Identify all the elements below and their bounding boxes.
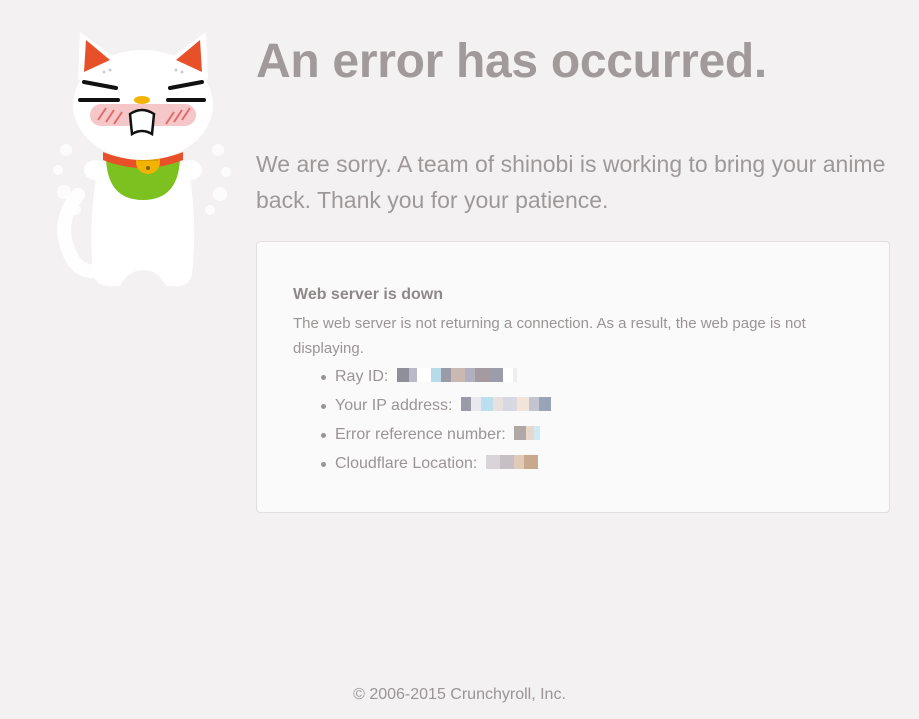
error-page: An error has occurred. We are sorry. A t… bbox=[0, 0, 919, 719]
detail-cloudflare-location: Cloudflare Location: bbox=[321, 451, 569, 480]
redacted-value bbox=[514, 425, 544, 440]
detail-label: Your IP address: bbox=[335, 397, 453, 414]
copyright-footer: © 2006-2015 Crunchyroll, Inc. bbox=[353, 686, 566, 703]
redacted-value bbox=[460, 396, 569, 411]
error-detail-list: Ray ID: Your IP address: Error reference… bbox=[321, 364, 569, 480]
detail-error-reference: Error reference number: bbox=[321, 422, 569, 451]
error-details-panel: Web server is down The web server is not… bbox=[256, 241, 890, 513]
error-description: The web server is not returning a connec… bbox=[293, 315, 806, 357]
detail-label: Cloudflare Location: bbox=[335, 455, 478, 472]
page-title: An error has occurred. bbox=[256, 35, 767, 88]
crunchyroll-cat-mascot bbox=[53, 32, 231, 287]
detail-ray-id: Ray ID: bbox=[321, 364, 569, 393]
detail-label: Error reference number: bbox=[335, 426, 506, 443]
error-heading: Web server is down bbox=[293, 286, 443, 303]
redacted-value bbox=[485, 454, 544, 469]
apology-message: We are sorry. A team of shinobi is worki… bbox=[256, 151, 886, 213]
detail-label: Ray ID: bbox=[335, 368, 389, 385]
redacted-value bbox=[396, 367, 547, 382]
detail-ip-address: Your IP address: bbox=[321, 393, 569, 422]
